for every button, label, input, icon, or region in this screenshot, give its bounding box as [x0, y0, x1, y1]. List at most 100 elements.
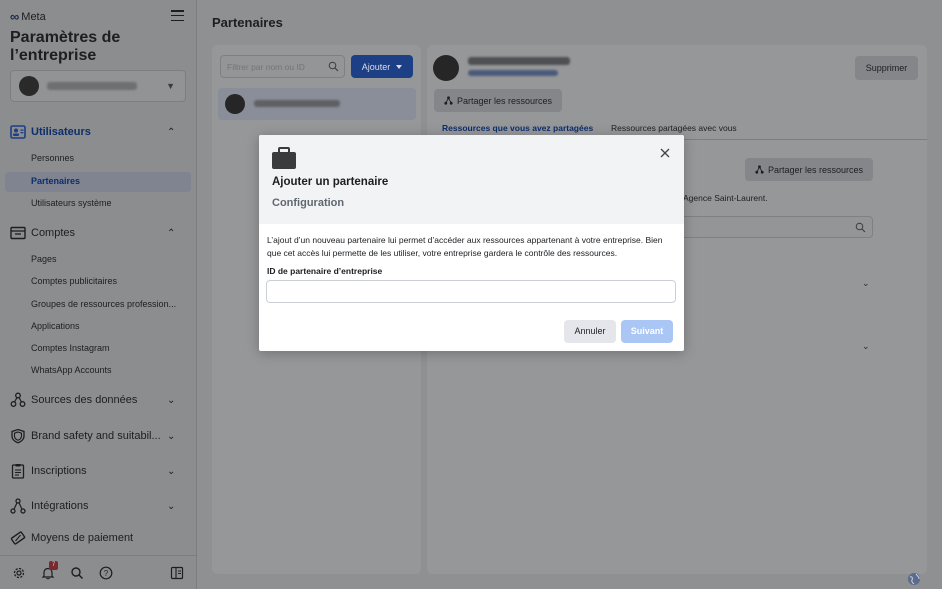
business-name-blurred	[47, 82, 137, 90]
partner-filter-input[interactable]	[220, 55, 345, 78]
sidebar: ∞ Meta Paramètres de l’entreprise ▼ Util…	[0, 0, 197, 589]
caret-down-icon	[396, 64, 403, 69]
share-button-label: Partager les ressources	[456, 95, 553, 106]
sidebar-item-label: Partenaires	[31, 176, 81, 186]
page-title: Partenaires	[212, 15, 283, 30]
payment-icon	[10, 531, 26, 545]
sidebar-section-label: Intégrations	[31, 500, 89, 512]
svg-text:?: ?	[104, 569, 109, 578]
sidebar-section-label: Brand safety and suitabil...	[31, 430, 161, 442]
sidebar-item-partenaires[interactable]: Partenaires	[5, 172, 191, 192]
sidebar-title: Paramètres de l’entreprise	[10, 29, 121, 64]
share-resources-button[interactable]: Partager les ressources	[434, 89, 562, 112]
modal-subtitle: Configuration	[272, 197, 345, 209]
add-partner-modal: Ajouter un partenaire Configuration L’aj…	[259, 135, 684, 351]
sidebar-section-label: Moyens de paiement	[31, 532, 134, 544]
search-icon	[855, 222, 866, 233]
sidebar-section-brand-safety[interactable]: Brand safety and suitabil... ⌄	[0, 425, 197, 447]
hamburger-menu-icon[interactable]	[171, 10, 184, 22]
close-icon[interactable]	[659, 147, 671, 159]
share-button-label: Partager les ressources	[767, 164, 864, 175]
partner-detail-id-blurred	[468, 70, 558, 76]
sidebar-section-label: Sources des données	[31, 394, 138, 406]
partner-id-label: ID de partenaire d’entreprise	[267, 266, 383, 276]
sidebar-item-label: Personnes	[31, 153, 75, 163]
sidebar-item-label: Comptes Instagram	[31, 343, 110, 353]
meta-infinity-icon: ∞	[10, 9, 20, 24]
cancel-button[interactable]: Annuler	[564, 320, 616, 343]
chevron-down-icon: ▼	[166, 81, 175, 91]
partner-id-input[interactable]	[266, 280, 676, 303]
resource-search-input[interactable]	[666, 216, 873, 238]
sidebar-item-utilisateurs-systeme[interactable]: Utilisateurs système	[5, 194, 191, 214]
add-partner-button[interactable]: Ajouter	[351, 55, 413, 78]
briefcase-icon	[272, 147, 296, 169]
globe-icon[interactable]	[907, 572, 921, 586]
tab-shared-resources[interactable]: Ressources que vous avez partagées	[442, 123, 593, 133]
chevron-up-icon: ⌃	[167, 227, 176, 239]
agency-description-text: Agence Saint-Laurent.	[683, 193, 768, 203]
sidebar-section-label: Inscriptions	[31, 465, 87, 477]
sidebar-item-applications[interactable]: Applications	[5, 317, 191, 337]
accounts-folder-icon	[10, 226, 26, 240]
chevron-down-icon[interactable]: ⌄	[862, 341, 870, 352]
partner-list-item[interactable]	[218, 88, 416, 120]
modal-title: Ajouter un partenaire	[272, 176, 389, 188]
integrations-icon	[10, 498, 26, 514]
search-icon	[328, 61, 339, 72]
chevron-up-icon: ⌃	[167, 126, 176, 138]
sidebar-item-label: Groupes de ressources profession...	[31, 299, 177, 309]
sidebar-item-groupes-ressources[interactable]: Groupes de ressources profession...	[5, 295, 191, 315]
gear-icon[interactable]	[12, 566, 26, 580]
sidebar-section-paiement[interactable]: Moyens de paiement	[0, 527, 197, 549]
sidebar-section-label: Utilisateurs	[31, 126, 91, 138]
partner-avatar	[225, 94, 245, 114]
sidebar-item-label: Utilisateurs système	[31, 198, 112, 208]
sidebar-section-integrations[interactable]: Intégrations ⌄	[0, 495, 197, 517]
meta-brand-label: Meta	[21, 10, 46, 23]
share-nodes-icon	[755, 165, 764, 174]
business-account-selector[interactable]: ▼	[10, 70, 186, 102]
sidebar-bottom-bar: ?	[0, 555, 197, 589]
chevron-down-icon: ⌄	[167, 430, 176, 442]
sidebar-item-comptes-publicitaires[interactable]: Comptes publicitaires	[5, 272, 191, 292]
sidebar-item-label: WhatsApp Accounts	[31, 365, 112, 375]
sidebar-item-pages[interactable]: Pages	[5, 250, 191, 270]
chevron-down-icon: ⌄	[167, 465, 176, 477]
sidebar-item-label: Applications	[31, 321, 80, 331]
shield-icon	[11, 428, 25, 444]
chevron-down-icon: ⌄	[167, 394, 176, 406]
sidebar-item-personnes[interactable]: Personnes	[5, 149, 191, 169]
sidebar-item-whatsapp-accounts[interactable]: WhatsApp Accounts	[5, 361, 191, 381]
sidebar-section-sources[interactable]: Sources des données ⌄	[0, 389, 197, 411]
share-nodes-icon	[444, 96, 453, 105]
sidebar-section-inscriptions[interactable]: Inscriptions ⌄	[0, 460, 197, 482]
sidebar-section-utilisateurs[interactable]: Utilisateurs ⌃	[0, 121, 197, 143]
chevron-down-icon: ⌄	[167, 500, 176, 512]
sidebar-item-label: Comptes publicitaires	[31, 276, 118, 286]
add-button-label: Ajouter	[361, 61, 391, 72]
sidebar-section-label: Comptes	[31, 227, 76, 239]
users-icon	[10, 125, 26, 139]
business-settings-app: ∞ Meta Paramètres de l’entreprise ▼ Util…	[0, 0, 942, 589]
notification-badge: 7	[49, 561, 58, 570]
partner-detail-avatar	[433, 55, 459, 81]
sidebar-item-label: Pages	[31, 254, 57, 264]
partner-name-blurred	[254, 100, 340, 107]
next-button[interactable]: Suivant	[621, 320, 673, 343]
business-avatar	[19, 76, 39, 96]
clipboard-icon	[11, 464, 25, 479]
help-icon[interactable]: ?	[99, 566, 113, 580]
tab-resources-shared-with-you[interactable]: Ressources partagées avec vous	[611, 123, 737, 133]
delete-partner-button[interactable]: Supprimer	[855, 56, 918, 80]
search-icon[interactable]	[70, 566, 84, 580]
sidebar-section-comptes[interactable]: Comptes ⌃	[0, 222, 197, 244]
data-sources-icon	[10, 392, 26, 407]
chevron-down-icon[interactable]: ⌄	[862, 278, 870, 289]
share-resources-button-secondary[interactable]: Partager les ressources	[745, 158, 873, 181]
partner-detail-name-blurred	[468, 57, 570, 65]
sidebar-item-comptes-instagram[interactable]: Comptes Instagram	[5, 339, 191, 359]
meta-logo[interactable]: ∞ Meta	[10, 9, 46, 24]
modal-description: L’ajout d’un nouveau partenaire lui perm…	[267, 235, 663, 258]
panel-toggle-icon[interactable]	[170, 566, 184, 580]
